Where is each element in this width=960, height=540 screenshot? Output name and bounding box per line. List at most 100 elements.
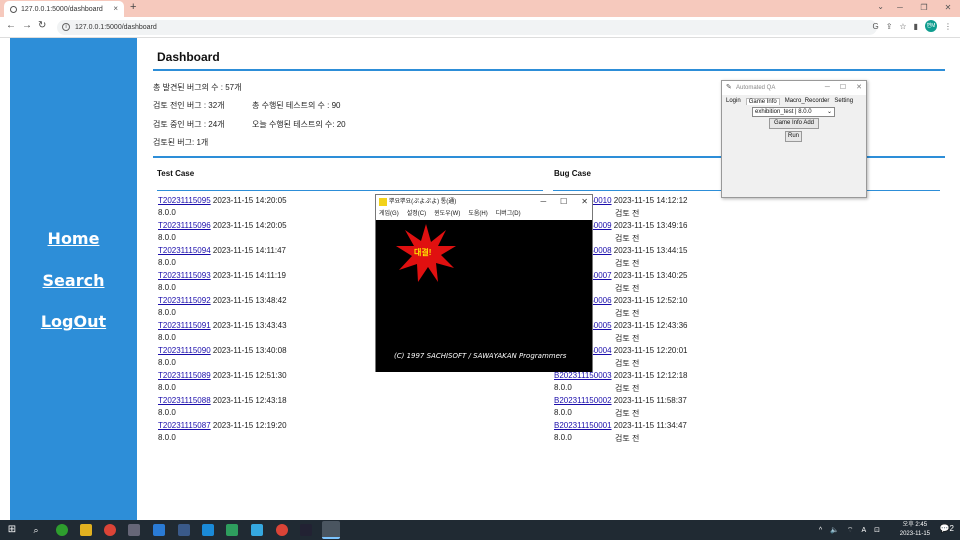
reload-icon[interactable]: ↻	[38, 20, 46, 31]
url-input[interactable]: i 127.0.0.1:5000/dashboard	[57, 20, 877, 35]
nav-home-link[interactable]: Home	[10, 229, 137, 248]
vscode-icon[interactable]	[153, 524, 165, 536]
game-info-select-value: exhibition_test | 8.0.0	[755, 109, 812, 115]
test-case-version: 8.0.0	[158, 408, 176, 417]
notification-count: 2	[949, 524, 954, 533]
game-menu-settings[interactable]: 설정(C)	[407, 209, 426, 220]
qa-tab-login[interactable]: Login	[726, 98, 741, 105]
test-case-link[interactable]: T20231115091	[158, 321, 211, 330]
test-case-version: 8.0.0	[158, 283, 176, 292]
chrome-icon[interactable]	[104, 524, 116, 536]
qa-tab-setting[interactable]: Setting	[834, 98, 853, 105]
bug-case-time: 2023-11-15 13:49:16	[613, 221, 688, 230]
game-close-icon[interactable]: ✕	[581, 195, 588, 209]
game-menu-debug[interactable]: 디버그(D)	[496, 209, 521, 220]
bug-case-time: 2023-11-15 13:40:25	[613, 271, 688, 280]
volume-icon[interactable]: 🔈	[830, 526, 839, 534]
game-info-select[interactable]: exhibition_test | 8.0.0 ⌄	[752, 107, 835, 117]
test-case-link[interactable]: T20231115095	[158, 196, 211, 205]
tab-search-icon[interactable]: ⌄	[877, 2, 884, 11]
test-case-title: Test Case	[157, 169, 195, 178]
bird-app-icon[interactable]	[251, 524, 263, 536]
shield-icon[interactable]	[128, 524, 140, 536]
taskbar-search-icon[interactable]: ⌕	[30, 524, 42, 536]
new-tab-button[interactable]: +	[130, 1, 136, 13]
test-case-version: 8.0.0	[158, 383, 176, 392]
bug-case-link[interactable]: B202311150002	[554, 396, 612, 405]
test-case-version: 8.0.0	[158, 233, 176, 242]
sidepanel-icon[interactable]: ▮	[914, 22, 918, 31]
close-tab-icon[interactable]: ×	[113, 4, 118, 13]
game-window-titlebar[interactable]: 뿌요뿌요(ぷよぷよ) 통(通) ─ ☐ ✕	[376, 195, 592, 209]
test-case-link[interactable]: T20231115088	[158, 396, 211, 405]
bug-case-link[interactable]: B202311150003	[554, 371, 612, 380]
feather-icon: ✎	[726, 84, 732, 91]
back-icon[interactable]: ←	[6, 20, 16, 31]
stat-today-tests: 오늘 수행된 테스트의 수: 20	[252, 120, 346, 129]
system-tray: ^ 🔈 ⌔ A ⊡	[819, 520, 880, 540]
nav-logout-link[interactable]: LogOut	[10, 312, 137, 331]
url-text: 127.0.0.1:5000/dashboard	[75, 24, 157, 31]
game-menu-help[interactable]: 도움(H)	[468, 209, 487, 220]
bug-case-time: 2023-11-15 14:12:12	[613, 196, 688, 205]
maximize-icon[interactable]: ❐	[912, 0, 936, 15]
game-minimize-icon[interactable]: ─	[540, 195, 546, 209]
ime-icon[interactable]: ⊡	[874, 526, 880, 534]
test-case-version: 8.0.0	[158, 258, 176, 267]
game-window: 뿌요뿌요(ぷよぷよ) 통(通) ─ ☐ ✕ 게임(G) 설정(C) 윈도우(W)…	[375, 194, 593, 372]
test-case-link[interactable]: T20231115089	[158, 371, 211, 380]
qa-close-icon[interactable]: ✕	[856, 81, 862, 95]
test-case-link[interactable]: T20231115090	[158, 346, 211, 355]
test-case-link[interactable]: T20231115092	[158, 296, 211, 305]
close-icon[interactable]: ✕	[936, 0, 960, 15]
game-screen[interactable]: 대결! (C) 1997 SACHISOFT / SAWAYAKAN Progr…	[376, 220, 592, 372]
qa-window-titlebar[interactable]: ✎ Automated QA ─ ☐ ✕	[722, 81, 866, 95]
test-case-row: T20231115087 2023-11-15 12:19:20	[158, 421, 287, 430]
feather-app-icon[interactable]	[202, 524, 214, 536]
nav-search-link[interactable]: Search	[10, 271, 137, 290]
minimize-icon[interactable]: ─	[888, 0, 912, 15]
share-icon[interactable]: ⇪	[886, 22, 893, 31]
test-case-link[interactable]: T20231115087	[158, 421, 211, 430]
game-menu-window[interactable]: 윈도우(W)	[434, 209, 460, 220]
qa-maximize-icon[interactable]: ☐	[840, 81, 846, 95]
info-icon[interactable]: i	[62, 23, 70, 31]
clock[interactable]: 오후 2:45 2023-11-15	[900, 521, 930, 539]
menu-kebab-icon[interactable]: ⋮	[944, 22, 952, 31]
windows-start-icon[interactable]: ⊞	[6, 524, 18, 536]
forward-icon[interactable]: →	[22, 20, 32, 31]
puyo-taskbar-icon[interactable]	[322, 521, 340, 539]
app-icon[interactable]	[178, 524, 190, 536]
qa-minimize-icon[interactable]: ─	[825, 81, 830, 95]
notification-icon[interactable]: 💬2	[940, 524, 954, 533]
qa-tab-game-info[interactable]: Game Info	[745, 98, 780, 105]
test-case-link[interactable]: T20231115093	[158, 271, 211, 280]
python-icon[interactable]	[300, 524, 312, 536]
chrome-window-icon[interactable]	[276, 524, 288, 536]
bug-case-row: B202311150001 2023-11-15 11:34:47	[554, 421, 687, 430]
game-menu-game[interactable]: 게임(G)	[379, 209, 399, 220]
network-icon[interactable]: ⌔	[847, 526, 854, 535]
bug-case-link[interactable]: B202311150001	[554, 421, 612, 430]
test-case-time: 2023-11-15 12:43:18	[212, 396, 287, 405]
game-maximize-icon[interactable]: ☐	[560, 195, 567, 209]
google-icon[interactable]: G	[872, 22, 878, 31]
run-button[interactable]: Run	[785, 131, 802, 142]
qa-tab-macro-recorder[interactable]: Macro_Recorder	[785, 98, 830, 105]
address-bar-row: ← → ↻ i 127.0.0.1:5000/dashboard G ⇪ ☆ ▮…	[0, 17, 960, 38]
game-info-add-button[interactable]: Game Info Add	[769, 118, 819, 129]
bug-case-title: Bug Case	[554, 169, 591, 178]
test-case-time: 2023-11-15 13:40:08	[212, 346, 287, 355]
test-case-link[interactable]: T20231115096	[158, 221, 211, 230]
xbox-icon[interactable]	[56, 524, 68, 536]
burst-text: 대결!	[414, 248, 432, 257]
input-language[interactable]: A	[861, 527, 866, 534]
bookmark-star-icon[interactable]: ☆	[899, 22, 906, 31]
browser-tab[interactable]: 127.0.0.1:5000/dashboard ×	[4, 1, 124, 17]
test-case-link[interactable]: T20231115094	[158, 246, 211, 255]
profile-avatar[interactable]: 변M	[925, 20, 937, 32]
tray-expand-icon[interactable]: ^	[819, 527, 822, 534]
file-explorer-icon[interactable]	[80, 524, 92, 536]
bug-case-time: 2023-11-15 12:43:36	[613, 321, 688, 330]
sheets-icon[interactable]	[226, 524, 238, 536]
